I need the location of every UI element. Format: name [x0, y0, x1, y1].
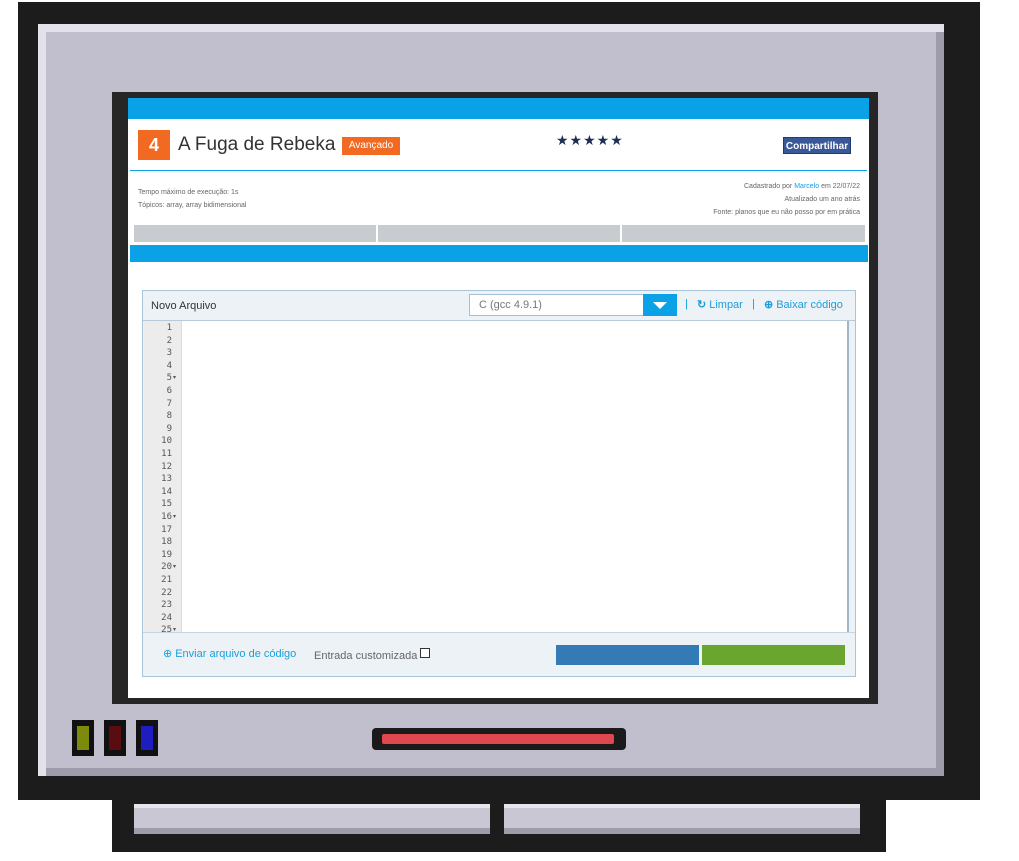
registered-date: em 22/07/22	[821, 183, 860, 190]
code-area[interactable]: 1 2 3 4 5 ▾ 6 7 8 9 10 11 12 13 14 15 16 ▾ 17 18 19 20 ▾ 21 22 23…	[144, 321, 847, 632]
line-number: 11	[161, 449, 172, 459]
blue-led-indicator	[136, 720, 158, 756]
submit-button[interactable]	[702, 645, 845, 665]
author-link[interactable]: Marcelo	[794, 183, 819, 190]
stand-panel-right	[504, 804, 860, 834]
caret-down-icon[interactable]	[643, 294, 677, 316]
level-badge: Avançado	[342, 137, 400, 155]
upload-label: Enviar arquivo de código	[175, 648, 297, 660]
fold-arrow-icon[interactable]: ▾	[173, 512, 176, 522]
download-circle-icon: ⊕	[764, 299, 774, 311]
line-number: 10	[161, 436, 172, 447]
editor-toolbar: Novo Arquivo C (gcc 4.9.1) | ↻ Limpar | ⊕…	[143, 291, 855, 321]
problem-number-badge: 4	[138, 130, 170, 160]
run-button[interactable]	[556, 645, 699, 665]
registered-line: Cadastrado por Marcelo em 22/07/22	[713, 180, 860, 193]
share-button[interactable]: Compartilhar	[783, 137, 851, 154]
line-number: 19	[161, 549, 172, 560]
tab-content-bar	[130, 245, 868, 262]
line-number: 21	[161, 575, 172, 585]
line-number: 8	[166, 411, 172, 422]
line-number: 24	[161, 612, 172, 623]
refresh-icon: ↻	[697, 299, 707, 311]
line-number: 23	[161, 600, 172, 611]
editor-scrollbar[interactable]	[847, 321, 849, 632]
topics: Tópicos: array, array bidimensional	[138, 202, 247, 209]
problem-meta: Tempo máximo de execução: 1s Tópicos: ar…	[138, 186, 246, 212]
fold-arrow-icon[interactable]: ▾	[173, 373, 176, 383]
line-number: 2	[166, 335, 172, 346]
line-number: 22	[161, 587, 172, 598]
line-number: 16	[161, 512, 172, 522]
line-number: 4	[166, 360, 172, 371]
line-gutter: 1 2 3 4 5 ▾ 6 7 8 9 10 11 12 13 14 15 16 ▾ 17 18 19 20 ▾ 21 22 23…	[144, 321, 182, 632]
custom-input-label: Entrada customizada	[314, 650, 418, 662]
line-number: 3	[166, 348, 172, 359]
upload-file-button[interactable]: ⊕ Enviar arquivo de código	[163, 647, 296, 660]
line-number: 13	[161, 474, 172, 485]
tab-1[interactable]	[134, 225, 376, 242]
download-label: Baixar código	[776, 299, 843, 311]
header-divider	[130, 170, 867, 171]
line-number: 15	[161, 499, 172, 510]
stand-panel-left	[134, 804, 490, 834]
line-number: 7	[166, 398, 172, 409]
screen: 4 A Fuga de Rebeka Avançado ★★★★★ Compar…	[128, 98, 869, 698]
line-number: 14	[161, 486, 172, 497]
custom-input-checkbox[interactable]	[420, 648, 430, 658]
line-number: 6	[166, 386, 172, 396]
upload-circle-icon: ⊕	[163, 648, 173, 660]
line-number: 9	[166, 423, 172, 434]
source-line: Fonte: planos que eu não posso por em pr…	[713, 209, 860, 216]
top-bar	[128, 98, 869, 119]
rating-stars[interactable]: ★★★★★	[556, 132, 624, 149]
green-led-indicator	[72, 720, 94, 756]
problem-title: A Fuga de Rebeka	[178, 134, 336, 155]
line-number: 20	[161, 562, 172, 573]
updated-line: Atualizado um ano atrás	[784, 196, 861, 203]
tab-3[interactable]	[622, 225, 865, 242]
language-value: C (gcc 4.9.1)	[479, 299, 542, 311]
problem-credits: Cadastrado por Marcelo em 22/07/22 Atual…	[713, 180, 860, 219]
file-name: Novo Arquivo	[151, 300, 217, 312]
toolbar-divider: |	[685, 298, 688, 310]
fold-arrow-icon[interactable]: ▾	[173, 562, 176, 572]
line-number: 1	[166, 323, 172, 333]
line-number: 5	[166, 373, 172, 384]
line-number: 25	[161, 625, 172, 632]
line-number: 12	[161, 461, 172, 472]
editor-footer: ⊕ Enviar arquivo de código Entrada custom…	[143, 632, 855, 677]
line-number: 18	[161, 537, 172, 548]
fold-arrow-icon[interactable]: ▾	[173, 625, 176, 632]
line-number: 17	[161, 524, 172, 535]
registered-prefix: Cadastrado por	[744, 183, 793, 190]
red-led-indicator	[104, 720, 126, 756]
language-select[interactable]: C (gcc 4.9.1)	[469, 294, 677, 316]
tab-2[interactable]	[378, 225, 620, 242]
toolbar-divider: |	[752, 298, 755, 310]
clear-label: Limpar	[709, 299, 743, 311]
code-editor: Novo Arquivo C (gcc 4.9.1) | ↻ Limpar | ⊕…	[142, 290, 856, 677]
time-limit: Tempo máximo de execução: 1s	[138, 189, 239, 196]
disk-slot	[372, 728, 626, 750]
clear-button[interactable]: ↻ Limpar	[697, 298, 743, 311]
download-button[interactable]: ⊕ Baixar código	[764, 298, 843, 311]
